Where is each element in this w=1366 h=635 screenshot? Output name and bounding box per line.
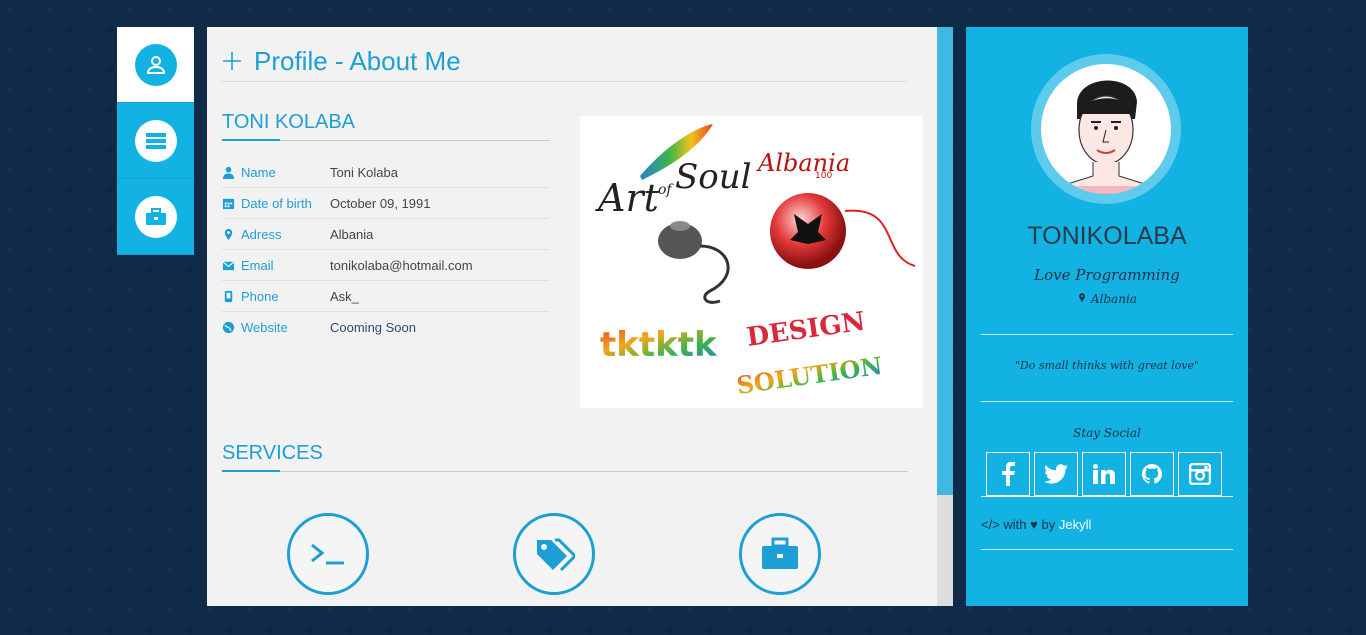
artwork-text-solution: SOLUTION — [735, 351, 884, 400]
profile-location: Albania — [966, 292, 1248, 306]
jekyll-link[interactable]: Jekyll — [1059, 517, 1092, 532]
map-marker-icon — [1079, 293, 1085, 302]
avatar — [1041, 64, 1171, 194]
info-value: October 09, 1991 — [330, 195, 431, 211]
artwork-text-of: of — [658, 182, 674, 198]
globe-icon — [222, 321, 235, 333]
resume-icon — [134, 119, 177, 162]
social-divider — [981, 496, 1233, 497]
artwork-text-albania: Albania — [756, 149, 850, 177]
avatar-ring — [1031, 54, 1181, 204]
facebook-link[interactable] — [986, 452, 1030, 496]
stay-social-label: Stay Social — [1073, 426, 1141, 440]
twitter-link[interactable] — [1034, 452, 1078, 496]
linkedin-icon — [1093, 464, 1115, 484]
side-tabs — [117, 27, 194, 255]
linkedin-link[interactable] — [1082, 452, 1126, 496]
artwork-text-100: 100 — [815, 171, 832, 181]
facebook-icon — [1002, 462, 1015, 486]
info-label: Date of birth — [241, 195, 312, 211]
artwork-text-art: Art — [595, 176, 660, 220]
user-icon — [134, 43, 177, 86]
info-label: Phone — [241, 288, 279, 304]
profile-divider — [981, 401, 1233, 402]
tags-icon — [537, 538, 575, 572]
credits-prefix: </> with — [981, 517, 1027, 532]
heart-icon: ♥ — [1030, 517, 1038, 532]
instagram-link[interactable] — [1178, 452, 1222, 496]
info-label: Email — [241, 257, 274, 273]
calendar-icon — [222, 198, 235, 209]
service-briefcase[interactable] — [739, 513, 821, 595]
info-row-birth: Date of birth October 09, 1991 — [222, 188, 549, 219]
envelope-icon — [222, 260, 235, 270]
service-tags[interactable] — [513, 513, 595, 595]
about-info-list: Name Toni Kolaba Date of birth October 0… — [222, 157, 549, 342]
terminal-icon — [311, 543, 344, 565]
tab-portfolio[interactable] — [117, 179, 194, 255]
info-label: Website — [241, 319, 288, 335]
location-text: Albania — [1090, 292, 1137, 306]
credits-by: by — [1041, 517, 1056, 532]
about-artwork-image: Art of Soul Albania 100 tktktk DESIGN SO… — [580, 116, 923, 408]
main-scrollbar[interactable] — [937, 27, 953, 606]
page-header: Profile - About Me — [222, 41, 907, 82]
info-value: tonikolaba@hotmail.com — [330, 257, 473, 273]
scrollbar-thumb[interactable] — [937, 27, 953, 495]
artwork-text-tk: tktktk — [600, 325, 718, 365]
github-link[interactable] — [1130, 452, 1174, 496]
info-row-phone: Phone Ask_ — [222, 281, 549, 312]
twitter-icon — [1044, 464, 1068, 484]
phone-icon — [224, 290, 233, 302]
main-panel: Profile - About Me TONI KOLABA Name Toni… — [207, 27, 937, 606]
tab-profile[interactable] — [117, 27, 194, 103]
github-icon — [1141, 463, 1162, 484]
about-divider — [222, 139, 550, 141]
briefcase-icon — [762, 537, 798, 569]
info-label: Adress — [241, 226, 282, 242]
about-name-heading: TONI KOLABA — [222, 111, 356, 133]
briefcase-icon — [134, 195, 177, 238]
info-row-address: Adress Albania — [222, 219, 549, 250]
footer-credits: </> with ♥ by Jekyll — [981, 517, 1091, 532]
info-value: Albania — [330, 226, 374, 242]
plus-icon — [223, 52, 241, 70]
tab-resume[interactable] — [117, 103, 194, 179]
service-terminal[interactable] — [287, 513, 369, 595]
profile-name: TONIKOLABA — [1027, 222, 1187, 250]
services-divider — [222, 470, 908, 472]
social-links — [986, 452, 1222, 496]
info-row-name: Name Toni Kolaba — [222, 157, 549, 188]
profile-card: TONIKOLABA Love Programming Albania "Do … — [966, 27, 1248, 606]
profile-tagline: Love Programming — [1034, 266, 1180, 284]
page-title: Profile - About Me — [254, 45, 461, 76]
info-label: Name — [241, 164, 276, 180]
profile-divider — [981, 334, 1233, 335]
info-value: Toni Kolaba — [330, 164, 398, 180]
website-link[interactable]: Cooming Soon — [330, 320, 416, 335]
profile-quote: "Do small thinks with great love" — [1014, 359, 1200, 372]
instagram-icon — [1189, 463, 1211, 485]
info-row-website: Website Cooming Soon — [222, 312, 549, 342]
artwork-text-design: DESIGN — [745, 307, 867, 353]
map-marker-icon — [224, 228, 233, 240]
info-row-email: Email tonikolaba@hotmail.com — [222, 250, 549, 281]
profile-divider — [981, 549, 1233, 550]
user-icon — [222, 166, 235, 179]
info-value: Ask_ — [330, 288, 359, 304]
artwork-text-soul: Soul — [675, 157, 752, 197]
services-heading: SERVICES — [222, 442, 323, 464]
